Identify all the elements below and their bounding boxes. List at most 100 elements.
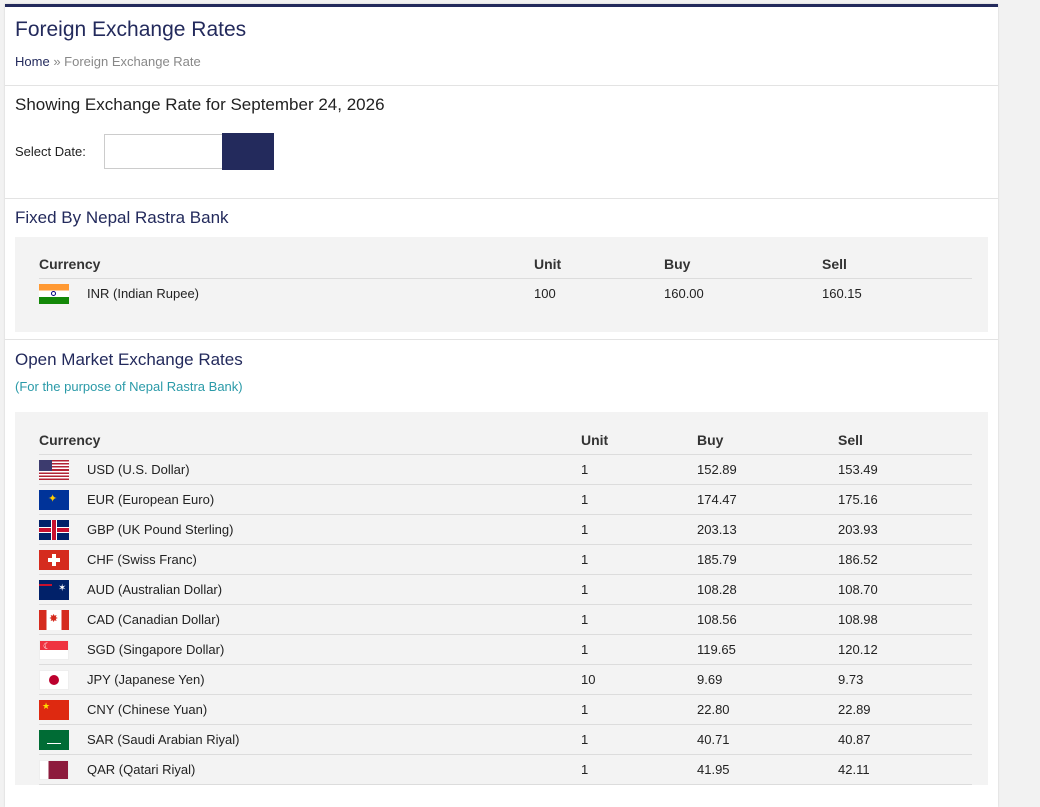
currency-name: CAD (Canadian Dollar) [87, 612, 220, 627]
sell-cell: 203.93 [838, 514, 972, 545]
table-row: JPY (Japanese Yen) 10 9.69 9.73 [39, 664, 972, 695]
page-title: Foreign Exchange Rates [15, 18, 247, 41]
open-market-table: Currency Unit Buy Sell USD (U.S. Dollar)… [39, 426, 972, 785]
date-section: Showing Exchange Rate for September 24, … [5, 86, 998, 199]
buy-cell: 160.00 [664, 286, 704, 301]
fixed-rate-table: Currency Unit Buy Sell INR (Indian Rupee… [39, 250, 972, 308]
currency-name: SGD (Singapore Dollar) [87, 642, 225, 657]
buy-cell: 9.69 [697, 664, 838, 695]
open-market-table-wrap: Currency Unit Buy Sell USD (U.S. Dollar)… [15, 412, 988, 785]
table-row: QAR (Qatari Riyal) 1 41.95 42.11 [39, 754, 972, 785]
buy-cell: 108.28 [697, 574, 838, 605]
china-flag-icon [39, 699, 69, 720]
eu-flag-icon [39, 489, 69, 510]
page-header: Foreign Exchange Rates Home » Foreign Ex… [5, 7, 998, 86]
buy-cell: 22.80 [697, 694, 838, 725]
unit-cell: 10 [581, 664, 697, 695]
currency-name: GBP (UK Pound Sterling) [87, 522, 234, 537]
sell-cell: 22.89 [838, 694, 972, 725]
saudi-arabia-flag-icon [39, 729, 69, 750]
fixed-rate-table-wrap: Currency Unit Buy Sell INR (Indian Rupee… [15, 237, 988, 332]
currency-cell: QAR (Qatari Riyal) [39, 754, 581, 785]
unit-cell: 1 [581, 604, 697, 635]
buy-cell: 203.13 [697, 514, 838, 545]
unit-cell: 1 [581, 634, 697, 665]
buy-cell: 40.71 [697, 724, 838, 755]
breadcrumb-current: Foreign Exchange Rate [64, 54, 201, 69]
table-row: INR (Indian Rupee) 100 160.00 160.15 [39, 279, 972, 309]
currency-cell: CAD (Canadian Dollar) [39, 604, 581, 635]
unit-cell: 1 [581, 574, 697, 605]
japan-flag-icon [39, 669, 69, 690]
currency-name: INR (Indian Rupee) [87, 286, 199, 301]
table-row: SAR (Saudi Arabian Riyal) 1 40.71 40.87 [39, 724, 972, 755]
unit-cell: 1 [581, 694, 697, 725]
buy-cell: 152.89 [697, 454, 838, 485]
open-market-subheading: (For the purpose of Nepal Rastra Bank) [15, 379, 243, 394]
currency-name: USD (U.S. Dollar) [87, 462, 190, 477]
canada-flag-icon [39, 609, 69, 630]
column-header-unit: Unit [534, 250, 664, 279]
usa-flag-icon [39, 459, 69, 480]
table-row: CHF (Swiss Franc) 1 185.79 186.52 [39, 544, 972, 575]
breadcrumb-home-link[interactable]: Home [15, 54, 50, 69]
sell-cell: 40.87 [838, 724, 972, 755]
buy-cell: 108.56 [697, 604, 838, 635]
currency-cell: USD (U.S. Dollar) [39, 454, 581, 485]
currency-name: CNY (Chinese Yuan) [87, 702, 208, 717]
qatar-flag-icon [39, 759, 69, 780]
switzerland-flag-icon [39, 549, 69, 570]
currency-name: JPY (Japanese Yen) [87, 672, 205, 687]
breadcrumb: Home » Foreign Exchange Rate [15, 54, 988, 69]
currency-cell: JPY (Japanese Yen) [39, 664, 581, 695]
select-date-label: Select Date: [15, 144, 86, 159]
currency-name: QAR (Qatari Riyal) [87, 762, 196, 777]
sell-cell: 186.52 [838, 544, 972, 575]
date-submit-button[interactable] [222, 133, 274, 170]
currency-name: SAR (Saudi Arabian Riyal) [87, 732, 240, 747]
unit-cell: 1 [581, 454, 697, 485]
exchange-date-heading: Showing Exchange Rate for September 24, … [15, 95, 385, 114]
australia-flag-icon [39, 579, 69, 600]
currency-name: EUR (European Euro) [87, 492, 215, 507]
currency-cell: CNY (Chinese Yuan) [39, 694, 581, 725]
unit-cell: 1 [581, 514, 697, 545]
table-row: EUR (European Euro) 1174.47175.16 [39, 484, 972, 515]
buy-cell: 119.65 [697, 634, 838, 665]
unit-cell: 1 [581, 724, 697, 755]
column-header-buy: Buy [697, 426, 838, 455]
currency-cell: EUR (European Euro) [39, 484, 581, 515]
table-row: USD (U.S. Dollar) 1 152.89 153.49 [39, 454, 972, 485]
sell-cell: 160.15 [822, 286, 862, 301]
sell-cell: 108.98 [838, 604, 972, 635]
column-header-currency: Currency [39, 250, 534, 279]
sell-cell: 120.12 [838, 634, 972, 665]
unit-cell: 1 [581, 754, 697, 785]
unit-cell: 1 [581, 484, 697, 515]
currency-cell: INR (Indian Rupee) [39, 279, 534, 309]
unit-cell: 1 [581, 544, 697, 575]
india-flag-icon [39, 283, 69, 304]
uk-flag-icon [39, 519, 69, 540]
currency-name: AUD (Australian Dollar) [87, 582, 223, 597]
currency-cell: SAR (Saudi Arabian Riyal) [39, 724, 581, 755]
currency-name: CHF (Swiss Franc) [87, 552, 197, 567]
buy-cell: 41.95 [697, 754, 838, 785]
currency-cell: GBP (UK Pound Sterling) [39, 514, 581, 545]
sell-cell: 108.70 [838, 574, 972, 605]
column-header-unit: Unit [581, 426, 697, 455]
fixed-rate-heading: Fixed By Nepal Rastra Bank [15, 208, 229, 227]
sell-cell: 42.11 [838, 754, 972, 785]
open-market-heading: Open Market Exchange Rates [15, 350, 243, 369]
unit-cell: 100 [534, 286, 556, 301]
column-header-sell: Sell [838, 426, 972, 455]
sell-cell: 153.49 [838, 454, 972, 485]
buy-cell: 185.79 [697, 544, 838, 575]
page-container: Foreign Exchange Rates Home » Foreign Ex… [5, 4, 998, 807]
breadcrumb-separator: » [53, 54, 61, 69]
fixed-rate-section: Fixed By Nepal Rastra Bank Currency Unit… [5, 199, 998, 340]
open-market-section: Open Market Exchange Rates (For the purp… [5, 340, 998, 785]
date-input[interactable] [104, 134, 222, 169]
table-header-row: Currency Unit Buy Sell [39, 250, 972, 279]
column-header-currency: Currency [39, 426, 581, 455]
